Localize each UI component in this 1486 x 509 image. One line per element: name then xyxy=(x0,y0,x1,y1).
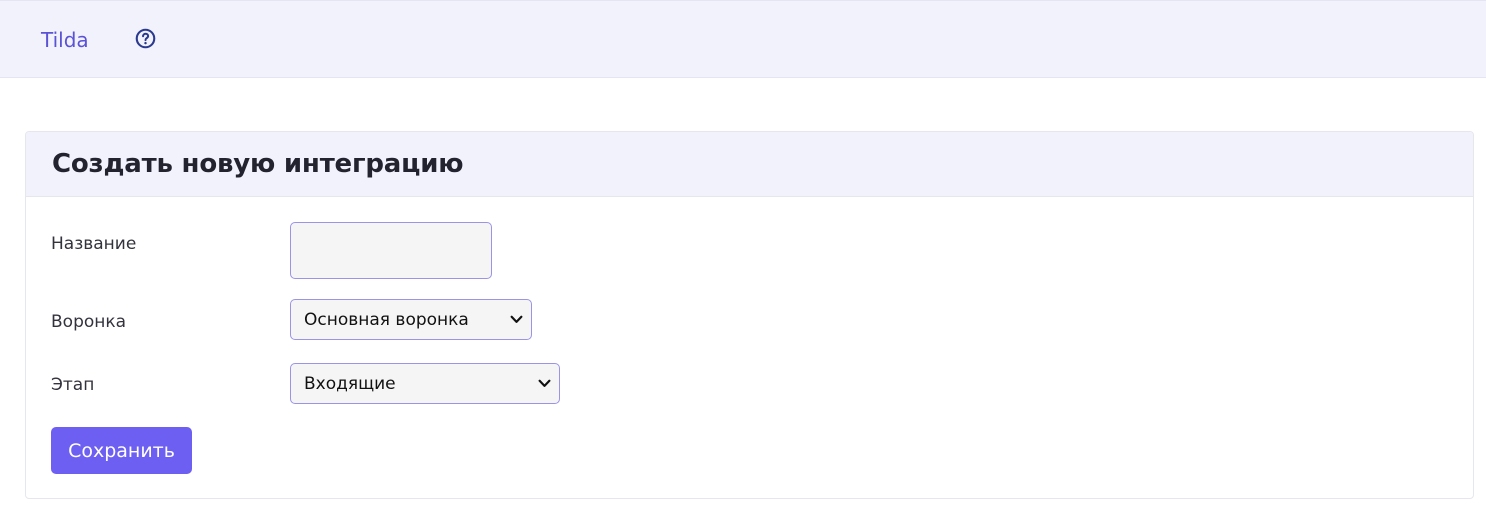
funnel-select[interactable]: Основная воронка xyxy=(290,299,532,340)
chevron-down-icon xyxy=(538,379,551,387)
name-input[interactable] xyxy=(290,222,492,279)
name-label: Название xyxy=(51,234,137,254)
funnel-selected-value: Основная воронка xyxy=(304,309,469,330)
save-button[interactable]: Сохранить xyxy=(51,427,192,474)
integration-form-card: Создать новую интеграцию xyxy=(25,131,1474,499)
chevron-down-icon xyxy=(510,315,523,323)
question-circle-icon[interactable] xyxy=(135,28,156,49)
page-title: Создать новую интеграцию xyxy=(52,149,464,179)
stage-select[interactable]: Входящие xyxy=(290,363,560,404)
top-navbar: Tilda xyxy=(0,0,1486,78)
stage-label: Этап xyxy=(51,375,95,395)
brand-link[interactable]: Tilda xyxy=(41,28,89,52)
card-header: Создать новую интеграцию xyxy=(26,132,1473,197)
stage-selected-value: Входящие xyxy=(304,373,396,394)
funnel-label: Воронка xyxy=(51,312,127,332)
